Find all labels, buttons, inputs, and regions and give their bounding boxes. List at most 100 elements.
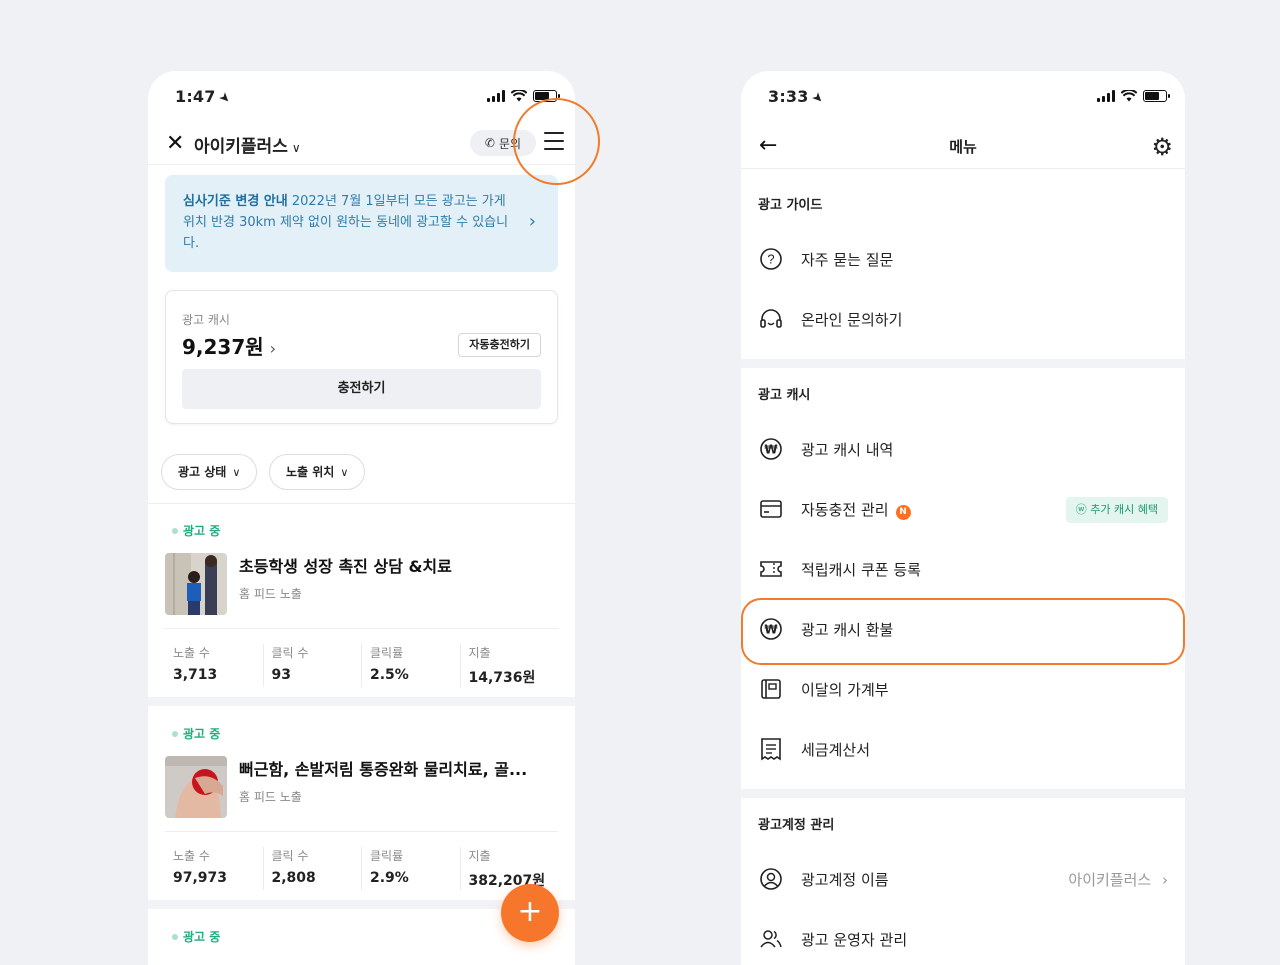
menu-item-auto-charge[interactable]: 자동충전 관리 N ⓦ 추가 캐시 혜택 [758, 489, 1168, 529]
ctr-value: 2.9% [370, 870, 409, 886]
signal-icon [1097, 90, 1115, 102]
impressions-label: 노출 수 [173, 849, 210, 863]
ad-card[interactable]: 광고 중 뻐근함, 손발저림 통증완화 물리치료, 골... 홈 피드 노출 노… [148, 706, 575, 900]
chevron-down-icon: ∨ [232, 466, 241, 479]
account-selector[interactable]: 아이키플러스 ∨ [194, 132, 301, 157]
right-phone-screen: 3:33➤ ← 메뉴 ⚙ 광고 가이드 ? 자주 묻는 질문 온라인 문의하기 … [741, 71, 1185, 965]
new-badge: N [895, 504, 911, 520]
ad-card[interactable]: 광고 중 초등학생 성장 촉진 상담 &치료 홈 피드 노출 노출 수 3,713… [148, 503, 575, 697]
cash-label: 광고 캐시 [182, 313, 230, 327]
question-circle-icon: ? [758, 246, 784, 272]
menu-item-online-inquiry[interactable]: 온라인 문의하기 [758, 299, 1168, 339]
ad-status-badge: 광고 중 [172, 725, 220, 742]
menu-item-label: 자동충전 관리 [801, 500, 889, 519]
clicks-label: 클릭 수 [271, 849, 309, 863]
location-arrow-icon: ➤ [807, 89, 827, 108]
ctr-value: 2.5% [370, 667, 409, 683]
menu-item-tax-invoice[interactable]: 세금계산서 [758, 729, 1168, 769]
section-divider [148, 697, 575, 706]
charge-button[interactable]: 충전하기 [182, 369, 541, 409]
highlight-circle-hamburger [513, 98, 600, 185]
menu-item-label: 온라인 문의하기 [801, 310, 903, 329]
impressions-value: 3,713 [173, 667, 218, 683]
wifi-icon [1121, 90, 1137, 102]
ad-placement: 홈 피드 노출 [239, 790, 302, 804]
status-filter-label: 광고 상태 [178, 465, 227, 479]
clicks-value: 93 [271, 667, 291, 683]
ticket-icon [758, 556, 784, 582]
battery-icon [1143, 90, 1170, 102]
status-bar: 3:33➤ [741, 71, 1185, 121]
status-bar: 1:47➤ [148, 71, 575, 121]
menu-item-cash-history[interactable]: ₩ 광고 캐시 내역 [758, 429, 1168, 469]
highlight-box-refund [741, 598, 1185, 665]
status-time: 1:47➤ [175, 87, 234, 108]
account-name: 아이키플러스 [194, 137, 288, 157]
notebook-icon [758, 676, 784, 702]
chevron-down-icon: ∨ [291, 141, 301, 155]
menu-item-label: 자주 묻는 질문 [801, 250, 894, 269]
menu-item-coupon[interactable]: 적립캐시 쿠폰 등록 [758, 549, 1168, 589]
ad-thumbnail [165, 756, 227, 818]
placement-filter-button[interactable]: 노출 위치 ∨ [269, 454, 366, 490]
wifi-icon [511, 90, 527, 102]
menu-item-ledger[interactable]: 이달의 가계부 [758, 669, 1168, 709]
page-title: 메뉴 [949, 138, 977, 156]
chevron-right-icon: › [1162, 871, 1168, 889]
ad-placement: 홈 피드 노출 [239, 587, 302, 601]
ad-stats: 노출 수 97,973 클릭 수 2,808 클릭률 2.9% 지출 382,207원 [165, 847, 558, 890]
ad-status-badge: 광고 중 [172, 522, 220, 539]
users-icon [758, 926, 784, 952]
menu-item-label: 광고 캐시 내역 [801, 440, 894, 459]
cash-amount-link[interactable]: 9,237원 › [182, 331, 276, 360]
divider [165, 628, 558, 629]
add-ad-fab-button[interactable]: + [501, 884, 559, 942]
clicks-value: 2,808 [271, 870, 316, 886]
canvas: 1:47➤ ✕ 아이키플러스 ∨ ✆ 문의 심사기준 변경 안내 2022년 7월 … [0, 0, 1280, 965]
svg-text:₩: ₩ [764, 443, 778, 457]
gear-icon[interactable]: ⚙ [1151, 133, 1173, 161]
status-time: 3:33➤ [768, 87, 827, 108]
bonus-tag-label: 추가 캐시 혜택 [1090, 503, 1158, 516]
chevron-right-icon: › [269, 339, 277, 358]
auto-charge-button[interactable]: 자동충전하기 [458, 333, 541, 357]
won-circle-icon: ₩ [758, 436, 784, 462]
divider [165, 831, 558, 832]
card-icon [758, 496, 784, 522]
placement-filter-label: 노출 위치 [286, 465, 335, 479]
notice-title: 심사기준 변경 안내 [183, 194, 288, 209]
close-icon[interactable]: ✕ [166, 133, 184, 155]
status-filter-button[interactable]: 광고 상태 ∨ [161, 454, 258, 490]
spend-label: 지출 [468, 849, 491, 863]
menu-item-faq[interactable]: ? 자주 묻는 질문 [758, 239, 1168, 279]
won-circle-icon: ⓦ [1075, 503, 1087, 516]
menu-item-label: 적립캐시 쿠폰 등록 [801, 560, 921, 579]
bonus-tag: ⓦ 추가 캐시 혜택 [1065, 497, 1168, 523]
menu-item-operators[interactable]: 광고 운영자 관리 [758, 919, 1168, 959]
ad-title: 뻐근함, 손발저림 통증완화 물리치료, 골... [239, 760, 528, 779]
impressions-value: 97,973 [173, 870, 228, 886]
section-title-guide: 광고 가이드 [758, 198, 823, 213]
impressions-label: 노출 수 [173, 646, 210, 660]
phone-icon: ✆ [484, 136, 495, 150]
spend-value: 14,736원 [468, 670, 536, 686]
receipt-icon [758, 736, 784, 762]
signal-icon [487, 90, 505, 102]
cash-amount: 9,237원 [182, 335, 264, 359]
ctr-label: 클릭률 [370, 646, 404, 660]
menu-item-label: 이달의 가계부 [801, 680, 889, 699]
account-name-value: 아이키플러스 [1068, 871, 1152, 889]
policy-notice-banner[interactable]: 심사기준 변경 안내 2022년 7월 1일부터 모든 광고는 가게 위치 반경… [165, 175, 558, 272]
section-divider [741, 359, 1185, 368]
menu-item-account-name[interactable]: 광고계정 이름 아이키플러스 › [758, 859, 1168, 899]
user-circle-icon [758, 866, 784, 892]
top-bar: ← 메뉴 ⚙ [741, 123, 1185, 169]
section-title-account: 광고계정 관리 [758, 818, 835, 833]
menu-item-label: 세금계산서 [801, 740, 871, 759]
ad-title: 초등학생 성장 촉진 상담 &치료 [239, 557, 452, 576]
top-bar: ✕ 아이키플러스 ∨ ✆ 문의 [148, 123, 575, 165]
svg-text:?: ? [767, 252, 774, 267]
ctr-label: 클릭률 [370, 849, 404, 863]
chevron-right-icon: › [528, 211, 536, 232]
left-phone-screen: 1:47➤ ✕ 아이키플러스 ∨ ✆ 문의 심사기준 변경 안내 2022년 7월 … [148, 71, 575, 965]
